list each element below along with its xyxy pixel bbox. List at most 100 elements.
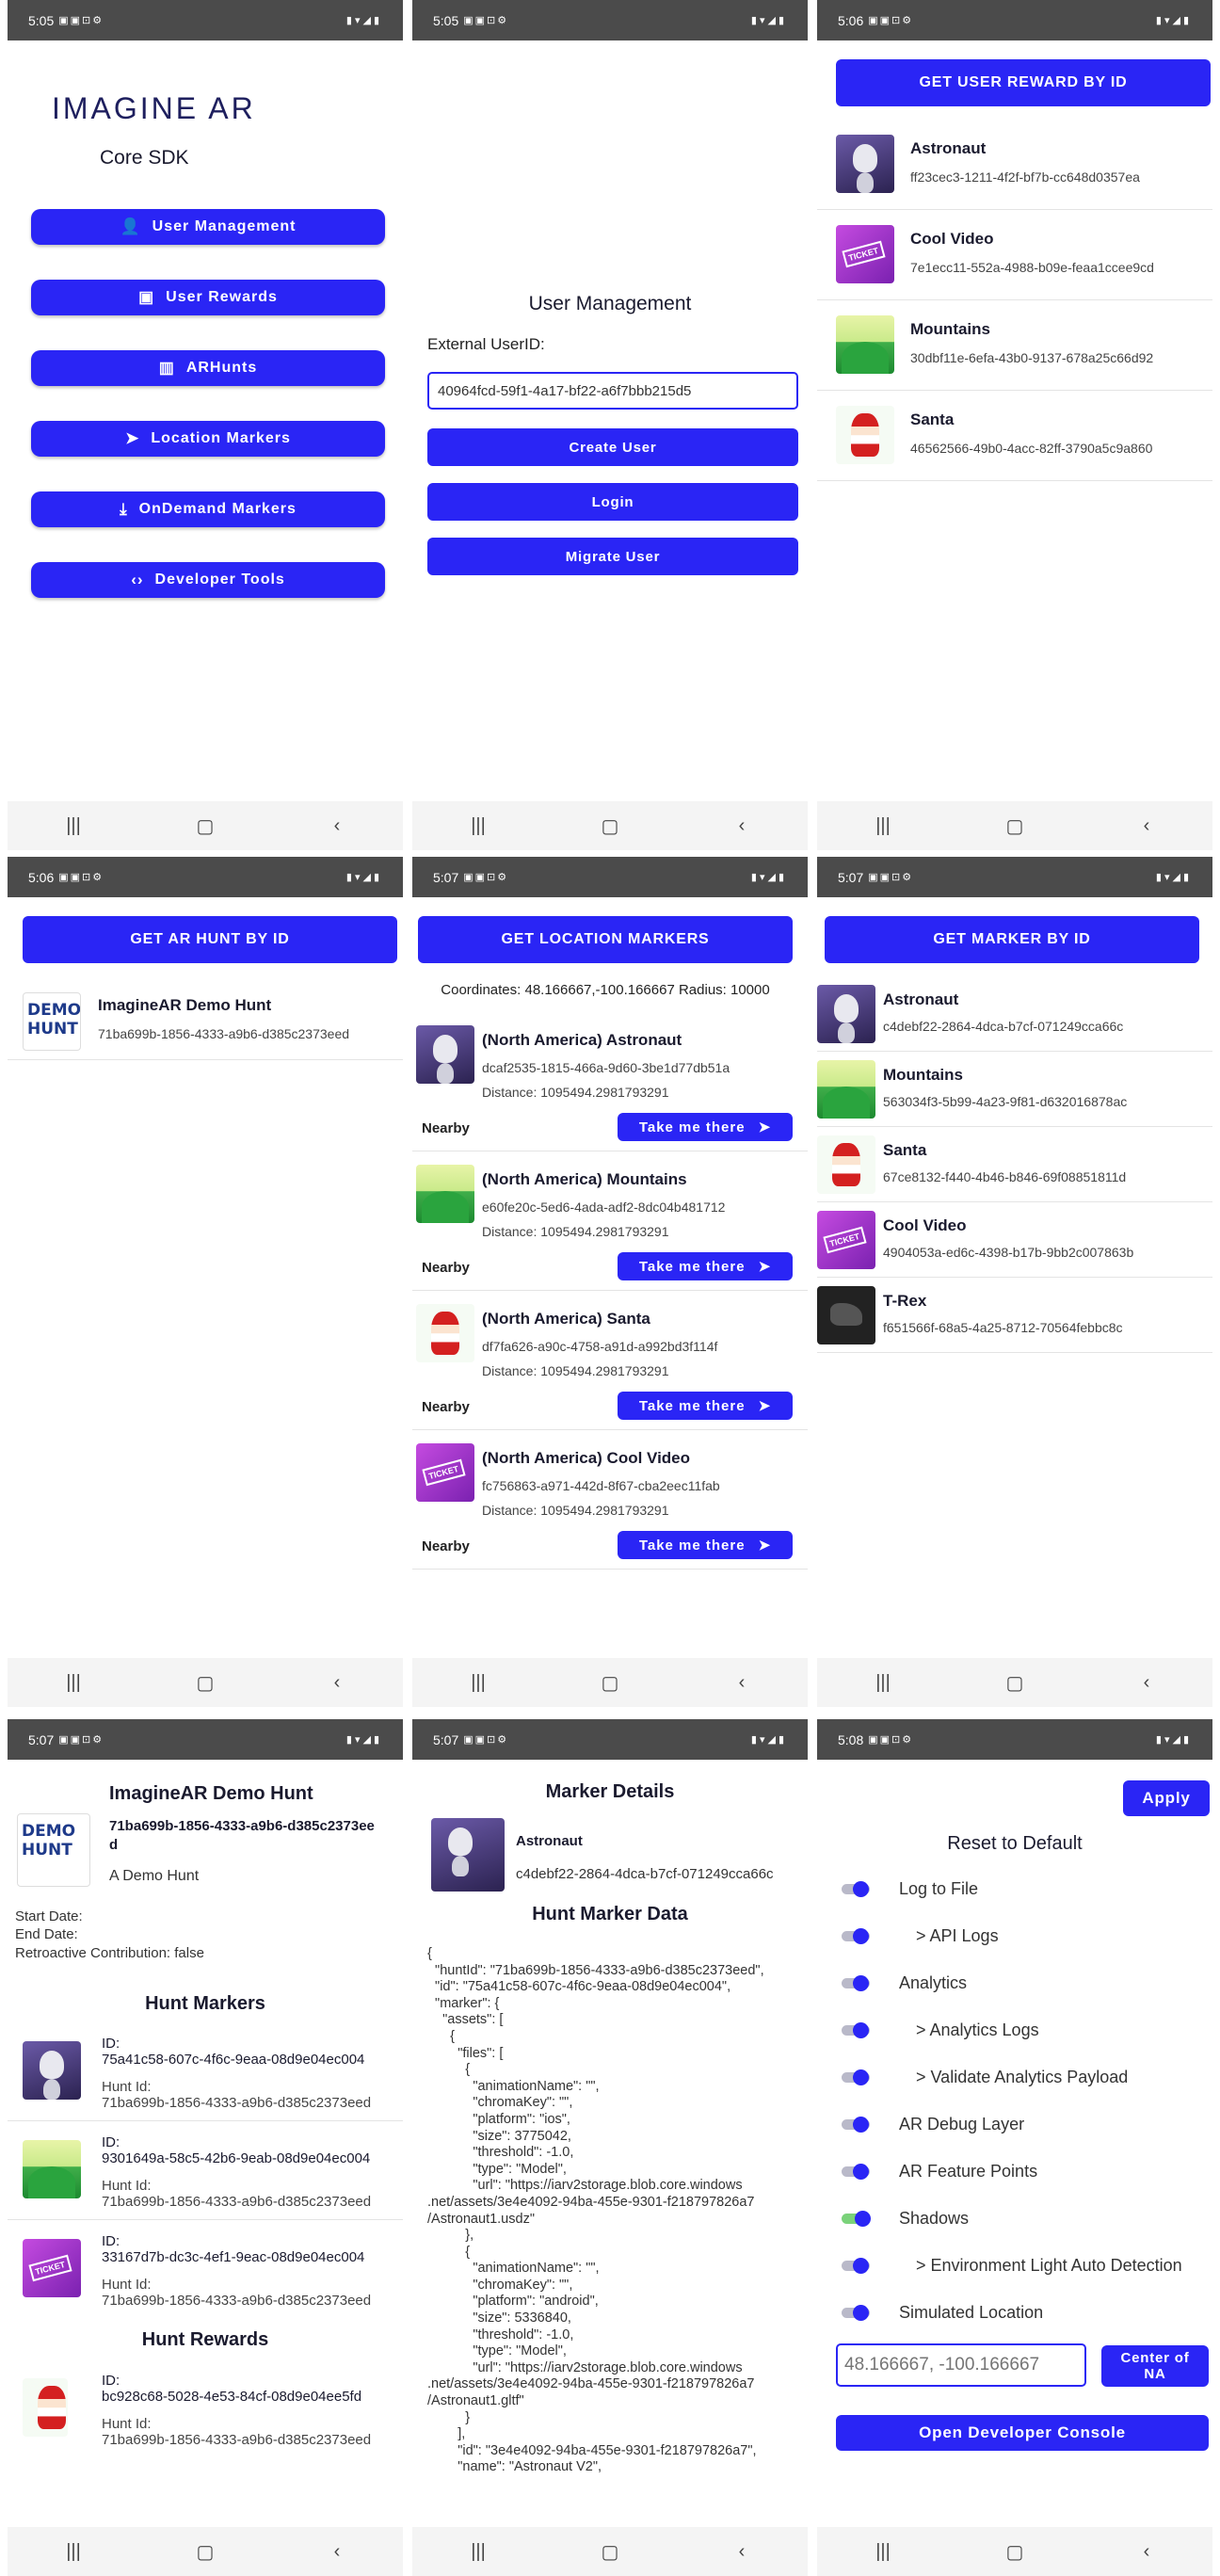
cool-video-thumbnail — [817, 1211, 875, 1269]
list-item[interactable]: Santa 46562566-49b0-4acc-82ff-3790a5c9a8… — [817, 391, 1212, 481]
hunt-reward-item[interactable]: ID: bc928c68-5028-4e53-84cf-08d9e04ee5fd… — [8, 2359, 403, 2458]
home-icon[interactable]: ▢ — [582, 1671, 638, 1695]
item-distance: Distance: 1095494.2981793291 — [482, 1363, 669, 1378]
list-item[interactable]: Cool Video 7e1ecc11-552a-4988-b09e-feaa1… — [817, 210, 1212, 300]
get-marker-button[interactable]: GET MARKER BY ID — [825, 916, 1199, 963]
item-id: ff23cec3-1211-4f2f-bf7b-cc648d0357ea — [910, 169, 1140, 185]
location-item: (North America) Astronaut dcaf2535-1815-… — [412, 1012, 808, 1151]
list-item[interactable]: Mountains 30dbf11e-6efa-43b0-9137-678a25… — [817, 300, 1212, 391]
recents-icon[interactable]: ||| — [855, 2541, 911, 2563]
item-title: T-Rex — [883, 1292, 927, 1310]
list-item[interactable]: Cool Video 4904053a-ed6c-4398-b17b-9bb2c… — [817, 1202, 1212, 1278]
screen-location-markers: 5:07 ▣▣⊡⚙ ▮▾◢▮ GET LOCATION MARKERS Coordi… — [412, 857, 808, 1707]
create-user-button[interactable]: Create User — [427, 428, 798, 466]
start-date: Start Date: — [15, 1908, 83, 1924]
userid-input[interactable]: 40964fcd-59f1-4a17-bf22-a6f7bbb215d5 — [427, 372, 798, 410]
item-id: fc756863-a971-442d-8f67-cba2eec11fab — [482, 1478, 720, 1493]
login-button[interactable]: Login — [427, 483, 798, 521]
back-icon[interactable]: ‹ — [1118, 815, 1175, 837]
ondemand-markers-button[interactable]: ⤓ OnDemand Markers — [31, 491, 385, 527]
ar-feature-points-toggle[interactable] — [840, 2164, 872, 2180]
item-title: Santa — [910, 411, 955, 428]
recents-icon[interactable]: ||| — [855, 1672, 911, 1694]
hunt-markers-heading: Hunt Markers — [145, 1993, 265, 2014]
recents-icon[interactable]: ||| — [45, 1672, 102, 1694]
apply-button[interactable]: Apply — [1123, 1780, 1210, 1816]
status-time: 5:05 — [433, 12, 459, 28]
home-icon[interactable]: ▢ — [987, 2540, 1043, 2564]
analytics-logs-toggle[interactable] — [840, 2022, 872, 2038]
get-user-reward-button[interactable]: GET USER REWARD BY ID — [836, 59, 1211, 106]
log-to-file-toggle[interactable] — [840, 1881, 872, 1897]
hunt-marker-item[interactable]: ID: 33167d7b-dc3c-4ef1-9eac-08d9e04ec004… — [8, 2220, 403, 2319]
home-icon[interactable]: ▢ — [177, 1671, 233, 1695]
hunt-marker-item[interactable]: ID: 75a41c58-607c-4f6c-9eaa-08d9e04ec004… — [8, 2022, 403, 2121]
center-of-na-button[interactable]: Center of NA — [1101, 2345, 1209, 2387]
recents-icon[interactable]: ||| — [45, 815, 102, 837]
location-input[interactable] — [836, 2343, 1086, 2387]
ar-feature-points-label: AR Feature Points — [899, 2162, 1038, 2181]
get-location-markers-button[interactable]: GET LOCATION MARKERS — [418, 916, 793, 963]
user-management-button[interactable]: 👤 User Management — [31, 209, 385, 245]
home-icon[interactable]: ▢ — [177, 2540, 233, 2564]
analytics-toggle[interactable] — [840, 1975, 872, 1991]
retroactive-text: Retroactive Contribution: false — [15, 1945, 204, 1961]
take-me-there-button[interactable]: Take me there ➤ — [618, 1252, 793, 1280]
back-icon[interactable]: ‹ — [714, 2541, 770, 2563]
list-item[interactable]: Astronaut ff23cec3-1211-4f2f-bf7b-cc648d… — [817, 120, 1212, 210]
userid-label: External UserID: — [427, 335, 545, 353]
reward-id: bc928c68-5028-4e53-84cf-08d9e04ee5fd — [102, 2389, 362, 2405]
back-icon[interactable]: ‹ — [309, 815, 365, 837]
recents-icon[interactable]: ||| — [45, 2541, 102, 2563]
back-icon[interactable]: ‹ — [714, 815, 770, 837]
home-icon[interactable]: ▢ — [987, 814, 1043, 838]
recents-icon[interactable]: ||| — [855, 815, 911, 837]
status-bar: 5:07 ▣▣⊡⚙ ▮▾◢▮ — [8, 1719, 403, 1760]
hunt-id-value: 71ba699b-1856-4333-a9b6-d385c2373eed — [102, 2293, 372, 2309]
recents-icon[interactable]: ||| — [450, 815, 506, 837]
shadows-toggle[interactable] — [840, 2211, 872, 2227]
mountains-thumbnail — [23, 2140, 81, 2198]
user-rewards-button[interactable]: ▣ User Rewards — [31, 280, 385, 315]
home-icon[interactable]: ▢ — [987, 1671, 1043, 1695]
location-markers-button[interactable]: ➤ Location Markers — [31, 421, 385, 457]
validate-analytics-toggle[interactable] — [840, 2069, 872, 2085]
item-id: f651566f-68a5-4a25-8712-70564febbc8c — [883, 1320, 1123, 1335]
marker-id: 33167d7b-dc3c-4ef1-9eac-08d9e04ec004 — [102, 2249, 365, 2265]
download-icon: ⤓ — [120, 500, 128, 518]
nav-bar: ||| ▢ ‹ — [8, 1658, 403, 1707]
list-item[interactable]: Mountains 563034f3-5b99-4a23-9f81-d63201… — [817, 1052, 1212, 1127]
recents-icon[interactable]: ||| — [450, 2541, 506, 2563]
take-me-there-button[interactable]: Take me there ➤ — [618, 1392, 793, 1420]
back-icon[interactable]: ‹ — [714, 1672, 770, 1694]
take-me-there-button[interactable]: Take me there ➤ — [618, 1113, 793, 1141]
back-icon[interactable]: ‹ — [1118, 1672, 1175, 1694]
hunt-marker-item[interactable]: ID: 9301649a-58c5-42b6-9eab-08d9e04ec004… — [8, 2121, 403, 2220]
back-icon[interactable]: ‹ — [309, 1672, 365, 1694]
nearby-label: Nearby — [422, 1538, 470, 1554]
santa-thumbnail — [836, 406, 894, 464]
reset-to-default[interactable]: Reset to Default — [817, 1833, 1212, 1855]
item-id: 563034f3-5b99-4a23-9f81-d632016878ac — [883, 1094, 1128, 1109]
home-icon[interactable]: ▢ — [582, 2540, 638, 2564]
developer-tools-button[interactable]: ‹› Developer Tools — [31, 562, 385, 598]
back-icon[interactable]: ‹ — [309, 2541, 365, 2563]
list-item[interactable]: Santa 67ce8132-f440-4b46-b846-69f0885181… — [817, 1127, 1212, 1202]
open-developer-console-button[interactable]: Open Developer Console — [836, 2415, 1209, 2451]
take-me-there-button[interactable]: Take me there ➤ — [618, 1531, 793, 1559]
recents-icon[interactable]: ||| — [450, 1672, 506, 1694]
back-icon[interactable]: ‹ — [1118, 2541, 1175, 2563]
environment-light-toggle[interactable] — [840, 2258, 872, 2274]
api-logs-toggle[interactable] — [840, 1928, 872, 1944]
home-icon[interactable]: ▢ — [177, 814, 233, 838]
list-item[interactable]: ImagineAR Demo Hunt 71ba699b-1856-4333-a… — [8, 979, 403, 1060]
get-ar-hunt-button[interactable]: GET AR HUNT BY ID — [23, 916, 397, 963]
arhunts-button[interactable]: ▥ ARHunts — [31, 350, 385, 386]
ar-debug-layer-toggle[interactable] — [840, 2117, 872, 2133]
simulated-location-toggle[interactable] — [840, 2305, 872, 2321]
list-item[interactable]: Astronaut c4debf22-2864-4dca-b7cf-071249… — [817, 976, 1212, 1052]
list-item[interactable]: T-Rex f651566f-68a5-4a25-8712-70564febbc… — [817, 1278, 1212, 1353]
migrate-user-button[interactable]: Migrate User — [427, 538, 798, 575]
end-date: End Date: — [15, 1926, 78, 1942]
home-icon[interactable]: ▢ — [582, 814, 638, 838]
